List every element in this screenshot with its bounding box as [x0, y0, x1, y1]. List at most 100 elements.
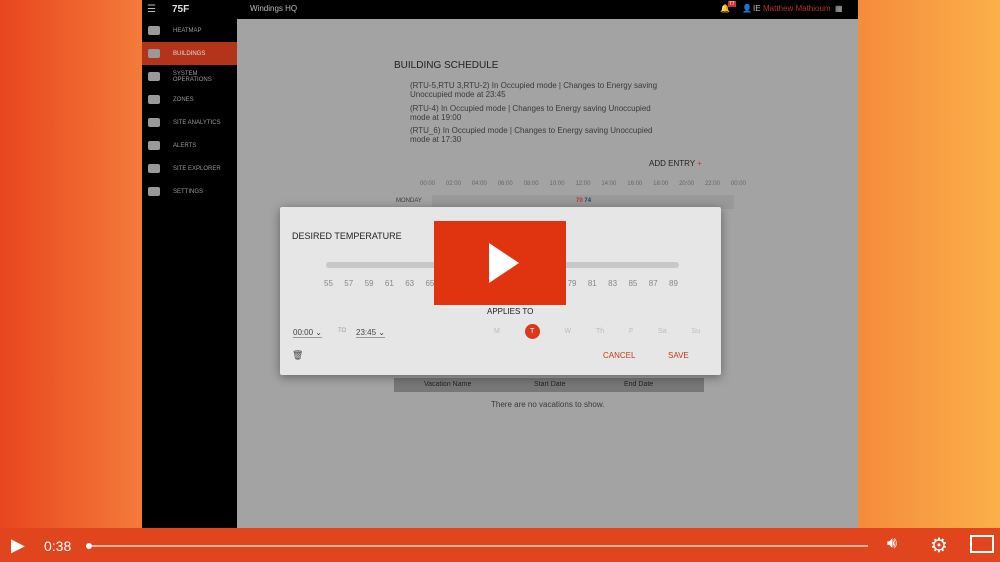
sidebar-item-site-explorer[interactable]: SITE EXPLORER [142, 157, 237, 180]
to-label: TO [338, 328, 347, 334]
day-toggle[interactable]: Th [596, 324, 604, 339]
scale-label: 59 [364, 279, 374, 288]
hour-label: 00:00 [730, 181, 746, 187]
user-icon: 👤 [742, 4, 752, 13]
play-icon[interactable]: ▶ [11, 535, 25, 556]
column-header[interactable]: End Date [602, 378, 653, 392]
cool-setpoint: 74 [584, 198, 592, 204]
nav-label: HEATMAP [173, 27, 202, 34]
empty-vacations: There are no vacations to show. [491, 400, 605, 409]
play-overlay-button[interactable] [434, 221, 566, 305]
scale-label: 81 [587, 279, 597, 288]
schedule-note: (RTU-4) In Occupied mode | Changes to En… [410, 104, 651, 122]
building-icon [148, 49, 160, 58]
day-toggle[interactable]: Su [691, 324, 700, 339]
column-header[interactable]: Vacation Name [394, 378, 512, 392]
hour-label: 10:00 [549, 181, 565, 187]
hour-label: 22:00 [704, 181, 720, 187]
menu-icon[interactable]: ☰ [147, 4, 156, 15]
to-value: 23:45 [356, 328, 377, 337]
volume-icon[interactable]: 🔊︎ [887, 535, 897, 553]
sidebar-item-heatmap[interactable]: HEATMAP [142, 19, 237, 42]
hour-label: 02:00 [445, 181, 461, 187]
hour-label: 20:00 [679, 181, 695, 187]
flame-icon [148, 26, 160, 35]
hour-axis: 00:00 02:00 04:00 06:00 08:00 10:00 12:00 14:00… [420, 181, 746, 187]
time-display: 0:38 [44, 538, 72, 554]
dialog-title: DESIRED TEMPERATURE [292, 231, 402, 241]
to-time-select[interactable]: 23:45 ⌄ [356, 328, 385, 338]
day-label: MONDAY [396, 198, 422, 204]
sidebar-item-site-analytics[interactable]: SITE ANALYTICS [142, 111, 237, 134]
nav-label: ZONES [173, 96, 194, 103]
column-header[interactable]: Start Date [512, 378, 602, 392]
hour-label: 18:00 [653, 181, 669, 187]
day-toggle[interactable]: M [494, 324, 500, 339]
bell-icon [148, 141, 160, 150]
schedule-title: BUILDING SCHEDULE [394, 60, 499, 71]
day-selector: M T W Th F Sa Su [494, 324, 700, 339]
scale-label: 87 [648, 279, 658, 288]
settings-gear-icon[interactable]: ⚙ [930, 533, 948, 558]
nav-label: SETTINGS [173, 188, 204, 195]
trash-icon[interactable]: 🗑 [292, 350, 303, 361]
scale-label: 63 [405, 279, 415, 288]
laptop-icon [148, 72, 160, 81]
scale-label: 89 [669, 279, 678, 288]
nav-label: SITE ANALYTICS [173, 119, 221, 126]
user-menu[interactable]: Matthew Mathioum [763, 4, 831, 13]
day-toggle[interactable]: W [565, 324, 572, 339]
schedule-note: (RTU_6) In Occupied mode | Changes to En… [410, 126, 653, 144]
hour-label: 14:00 [601, 181, 617, 187]
sitemap-icon [148, 164, 160, 173]
hour-label: 12:00 [575, 181, 591, 187]
applies-to-label: APPLIES TO [487, 307, 534, 316]
save-button[interactable]: SAVE [668, 351, 689, 360]
hour-label: 00:00 [420, 181, 436, 187]
sidebar-item-buildings[interactable]: BUILDINGS [142, 42, 237, 65]
video-controls: ▶ 0:38 🔊︎ ⚙ [0, 528, 1000, 562]
day-toggle[interactable]: T [524, 324, 540, 339]
fullscreen-icon[interactable] [970, 535, 994, 553]
logo: 75F [172, 4, 190, 15]
nav-label: SITE EXPLORER [173, 165, 221, 172]
user-initials: IE [753, 4, 761, 13]
sidebar-item-zones[interactable]: ZONES [142, 88, 237, 111]
site-name[interactable]: Windings HQ [250, 4, 297, 13]
hour-label: 04:00 [471, 181, 487, 187]
scale-label: 61 [384, 279, 394, 288]
sidebar: HEATMAP BUILDINGS SYSTEM OPERATIONS ZONE… [142, 19, 237, 528]
progress-handle[interactable] [86, 543, 92, 549]
top-bar: ☰ 75F Windings HQ 🔔 77 👤 IE Matthew Math… [142, 0, 858, 19]
scale-label: 57 [344, 279, 354, 288]
sidebar-item-system-operations[interactable]: SYSTEM OPERATIONS [142, 65, 237, 88]
sidebar-item-alerts[interactable]: ALERTS [142, 134, 237, 157]
day-toggle[interactable]: Sa [658, 324, 667, 339]
cancel-button[interactable]: CANCEL [603, 351, 635, 360]
scale-label: 55 [324, 279, 333, 288]
plus-icon: + [694, 159, 702, 168]
schedule-note: (RTU-5,RTU 3,RTU-2) In Occupied mode | C… [410, 81, 658, 99]
nav-label: ALERTS [173, 142, 197, 149]
hour-label: 16:00 [627, 181, 643, 187]
day-toggle[interactable]: F [629, 324, 633, 339]
sidebar-item-settings[interactable]: SETTINGS [142, 180, 237, 203]
add-entry-label: ADD ENTRY [649, 159, 695, 168]
vacation-table-header: Vacation Name Start Date End Date [394, 378, 704, 392]
add-entry-button[interactable]: ADD ENTRY + [649, 159, 702, 168]
pie-chart-icon [148, 118, 160, 127]
scale-label: 83 [608, 279, 618, 288]
gears-icon [148, 187, 160, 196]
apps-grid-icon[interactable]: ▦ [835, 4, 843, 13]
heat-setpoint: 70 [576, 198, 583, 204]
hour-label: 08:00 [523, 181, 539, 187]
nav-label: SYSTEM OPERATIONS [172, 70, 212, 83]
grid-icon [148, 95, 160, 104]
alert-badge: 77 [728, 1, 736, 7]
scale-label: 85 [628, 279, 638, 288]
nav-label: BUILDINGS [173, 50, 206, 57]
hour-label: 06:00 [497, 181, 513, 187]
from-time-select[interactable]: 00:00 ⌄ [293, 328, 322, 338]
progress-bar[interactable] [86, 543, 868, 549]
scale-label: 79 [567, 279, 577, 288]
